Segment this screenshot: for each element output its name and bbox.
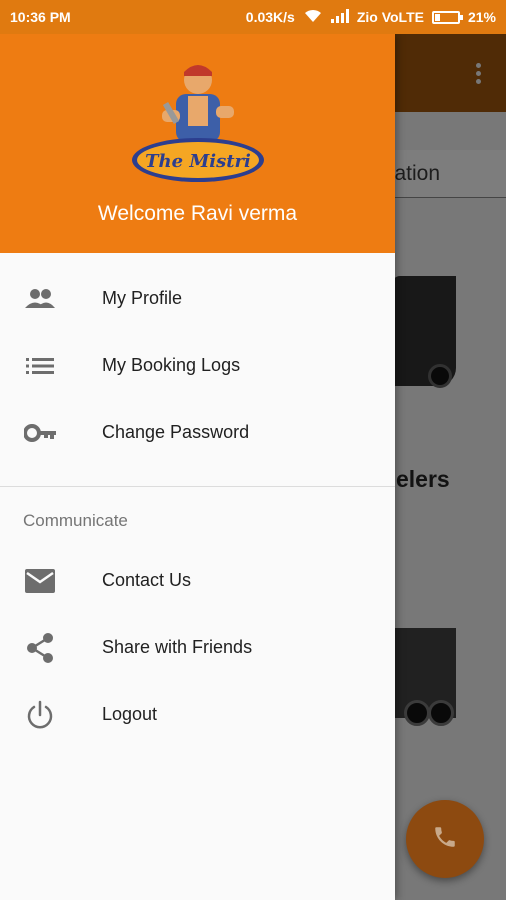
menu-item-label: My Booking Logs: [102, 355, 241, 375]
menu-item-label: Change Password: [102, 422, 250, 442]
battery-percent: 21%: [467, 9, 496, 25]
menu-item-contact-us[interactable]: Contact Us: [0, 547, 395, 614]
menu-item-label: My Profile: [102, 288, 183, 308]
phone-icon: [432, 824, 458, 855]
key-icon: [24, 417, 56, 449]
menu-item-my-profile[interactable]: My Profile: [0, 265, 395, 332]
menu-item-change-password[interactable]: Change Password: [0, 399, 395, 466]
communicate-menu: Contact Us Share with Friends Logout: [0, 547, 395, 748]
status-time: 10:36 PM: [10, 9, 71, 25]
main-menu: My Profile My Booking Logs Change Passwo…: [0, 265, 395, 466]
network-speed: 0.03K/s: [245, 9, 295, 25]
people-icon: [24, 283, 56, 315]
welcome-text: Welcome Ravi verma: [97, 202, 298, 225]
battery-icon: [431, 10, 463, 24]
menu-item-my-booking-logs[interactable]: My Booking Logs: [0, 332, 395, 399]
section-title-communicate: Communicate: [23, 511, 128, 530]
navigation-drawer: The Mistri Welcome Ravi verma My Profile…: [0, 34, 395, 900]
menu-divider: [0, 486, 395, 487]
menu-item-label: Share with Friends: [102, 637, 253, 657]
carrier-label: Zio VoLTE: [356, 9, 424, 25]
signal-icon: [330, 8, 349, 26]
list-icon: [24, 350, 56, 382]
logo-text: The Mistri: [145, 151, 251, 172]
wifi-icon: [303, 8, 323, 27]
menu-item-logout[interactable]: Logout: [0, 681, 395, 748]
power-icon: [24, 699, 56, 731]
menu-item-label: Contact Us: [102, 570, 192, 590]
menu-item-label: Logout: [102, 704, 158, 724]
drawer-header: The Mistri Welcome Ravi verma: [0, 34, 395, 253]
status-bar: 10:36 PM 0.03K/s Zio VoLTE 21%: [0, 0, 506, 34]
the-mistri-logo: The Mistri: [132, 65, 264, 182]
mail-icon: [24, 565, 56, 597]
status-right: 0.03K/s Zio VoLTE 21%: [246, 8, 496, 27]
call-button[interactable]: [406, 800, 484, 878]
share-icon: [24, 632, 56, 664]
menu-item-share-with-friends[interactable]: Share with Friends: [0, 614, 395, 681]
